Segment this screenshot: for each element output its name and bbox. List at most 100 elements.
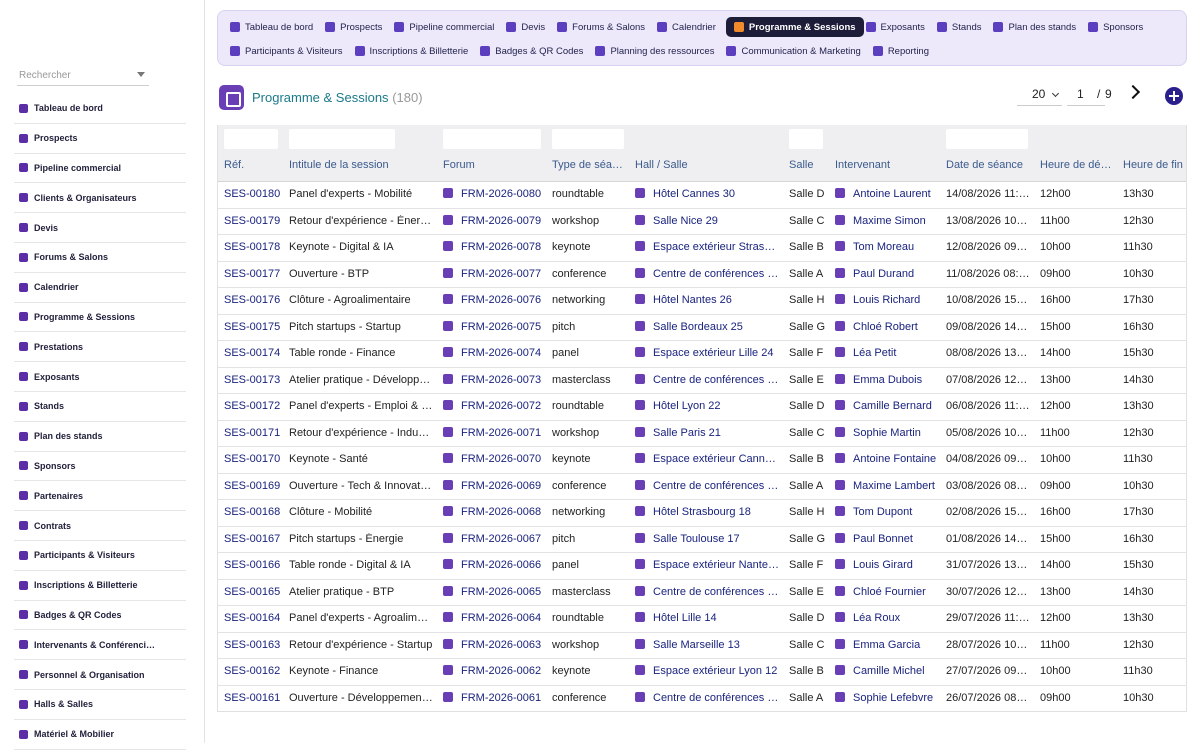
table-row[interactable]: SES-00171 Retour d'expérience - Indust… FR… — [218, 421, 1186, 447]
table-cell[interactable]: SES-00165 — [224, 586, 282, 598]
table-row[interactable]: SES-00179 Retour d'expérience - Énergie FR… — [218, 209, 1186, 235]
table-row[interactable]: SES-00177 Ouverture - BTP FRM-2026-0077 con… — [218, 262, 1186, 288]
sidebar-item[interactable]: Matériel & Mobilier — [14, 720, 186, 750]
dropdown-caret-icon[interactable] — [137, 72, 145, 77]
sidebar-item[interactable]: Tableau de bord — [14, 94, 186, 124]
nav-tab[interactable]: Planning des ressources — [593, 41, 724, 61]
table-cell[interactable]: Maxime Simon — [835, 214, 939, 227]
column-header[interactable]: Heure de fin — [1123, 159, 1186, 171]
table-cell[interactable]: Espace extérieur Lille 24 — [635, 347, 779, 359]
table-cell[interactable]: SES-00174 — [224, 347, 282, 359]
table-cell[interactable]: Camille Bernard — [835, 400, 939, 412]
column-filter-input[interactable] — [552, 129, 624, 149]
table-cell[interactable]: Maxime Lambert — [835, 479, 939, 492]
table-row[interactable]: SES-00178 Keynote - Digital & IA FRM-2026-… — [218, 235, 1186, 262]
column-header[interactable]: Intitule de la session — [289, 159, 439, 171]
table-row[interactable]: SES-00162 Keynote - Finance FRM-2026-0062 k… — [218, 659, 1186, 686]
table-cell[interactable]: FRM-2026-0079 — [443, 214, 543, 227]
table-cell[interactable]: FRM-2026-0069 — [443, 479, 543, 492]
table-cell[interactable]: SES-00164 — [224, 612, 282, 624]
table-cell[interactable]: Hôtel Lille 14 — [635, 612, 779, 624]
sidebar-item[interactable]: Programme & Sessions — [14, 303, 186, 333]
sidebar-item[interactable]: Calendrier — [14, 273, 186, 303]
table-cell[interactable]: Centre de conférences … — [635, 479, 779, 492]
table-cell[interactable]: SES-00178 — [224, 241, 282, 253]
sidebar-item[interactable]: Stands — [14, 392, 186, 422]
table-cell[interactable]: SES-00180 — [224, 188, 282, 200]
table-cell[interactable]: Emma Garcia — [835, 638, 939, 651]
page-size-select[interactable]: 20 — [1017, 84, 1062, 106]
table-row[interactable]: SES-00165 Atelier pratique - BTP FRM-2026-… — [218, 580, 1186, 606]
table-cell[interactable]: SES-00172 — [224, 400, 282, 412]
column-header[interactable]: Salle — [789, 159, 837, 171]
table-cell[interactable]: Salle Nice 29 — [635, 214, 779, 227]
table-cell[interactable]: Hôtel Strasbourg 18 — [635, 506, 779, 518]
table-row[interactable]: SES-00174 Table ronde - Finance FRM-2026-0… — [218, 341, 1186, 368]
table-cell[interactable]: FRM-2026-0075 — [443, 320, 543, 333]
table-row[interactable]: SES-00175 Pitch startups - Startup FRM-202… — [218, 315, 1186, 341]
table-cell[interactable]: FRM-2026-0068 — [443, 506, 543, 518]
table-cell[interactable]: Centre de conférences … — [635, 267, 779, 280]
sidebar-item[interactable]: Prestations — [14, 332, 186, 363]
column-header[interactable]: Heure de dé… — [1040, 159, 1118, 171]
table-cell[interactable]: FRM-2026-0072 — [443, 400, 543, 412]
table-cell[interactable]: Espace extérieur Stras… — [635, 241, 779, 253]
sidebar-item[interactable]: Sponsors — [14, 452, 186, 482]
table-cell[interactable]: Espace extérieur Nante… — [635, 559, 779, 571]
table-row[interactable]: SES-00173 Atelier pratique - Développe… FR… — [218, 368, 1186, 394]
table-cell[interactable]: Paul Bonnet — [835, 532, 939, 545]
table-cell[interactable]: SES-00175 — [224, 321, 282, 333]
table-cell[interactable]: Antoine Laurent — [835, 188, 939, 200]
table-cell[interactable]: FRM-2026-0078 — [443, 241, 543, 253]
sidebar-item[interactable]: Participants & Visiteurs — [14, 541, 186, 571]
column-header[interactable]: Type de séa… — [552, 159, 630, 171]
table-cell[interactable]: FRM-2026-0064 — [443, 612, 543, 624]
nav-tab[interactable]: Programme & Sessions — [725, 17, 864, 37]
sidebar-item[interactable]: Forums & Salons — [14, 243, 186, 273]
table-row[interactable]: SES-00167 Pitch startups - Énergie FRM-202… — [218, 527, 1186, 553]
nav-tab[interactable]: Plan des stands — [991, 17, 1086, 37]
table-row[interactable]: SES-00164 Panel d'experts - Agroalime… FRM… — [218, 606, 1186, 633]
search-select[interactable]: Rechercher — [17, 66, 149, 86]
sidebar-item[interactable]: Devis — [14, 213, 186, 243]
column-header[interactable]: Hall / Salle — [635, 159, 785, 171]
table-row[interactable]: SES-00172 Panel d'experts - Emploi & … FRM… — [218, 394, 1186, 421]
table-cell[interactable]: Antoine Fontaine — [835, 453, 939, 465]
nav-tab[interactable]: Stands — [935, 17, 992, 37]
sidebar-item[interactable]: Intervenants & Conférenci… — [14, 630, 186, 661]
table-cell[interactable]: Hôtel Cannes 30 — [635, 188, 779, 200]
column-filter-input[interactable] — [443, 129, 541, 149]
sidebar-item[interactable]: Badges & QR Codes — [14, 601, 186, 631]
table-cell[interactable]: Salle Toulouse 17 — [635, 532, 779, 545]
table-cell[interactable]: SES-00176 — [224, 294, 282, 306]
table-row[interactable]: SES-00161 Ouverture - Développement… FRM-2… — [218, 686, 1186, 712]
table-cell[interactable]: Salle Bordeaux 25 — [635, 320, 779, 333]
table-cell[interactable]: Tom Moreau — [835, 241, 939, 253]
table-cell[interactable]: Louis Girard — [835, 559, 939, 571]
table-cell[interactable]: SES-00169 — [224, 480, 282, 492]
table-cell[interactable]: FRM-2026-0077 — [443, 267, 543, 280]
table-cell[interactable]: Léa Roux — [835, 612, 939, 624]
table-row[interactable]: SES-00168 Clôture - Mobilité FRM-2026-0068… — [218, 500, 1186, 527]
table-cell[interactable]: Emma Dubois — [835, 373, 939, 386]
nav-tab[interactable]: Sponsors — [1086, 17, 1153, 37]
nav-tab[interactable]: Participants & Visiteurs — [228, 41, 353, 61]
table-cell[interactable]: SES-00177 — [224, 268, 282, 280]
sidebar-item[interactable]: Personnel & Organisation — [14, 660, 186, 690]
table-cell[interactable]: SES-00171 — [224, 427, 282, 439]
table-cell[interactable]: FRM-2026-0070 — [443, 453, 543, 465]
table-cell[interactable]: FRM-2026-0065 — [443, 585, 543, 598]
table-cell[interactable]: FRM-2026-0073 — [443, 373, 543, 386]
table-cell[interactable]: Tom Dupont — [835, 506, 939, 518]
table-cell[interactable]: Hôtel Nantes 26 — [635, 294, 779, 306]
nav-tab[interactable]: Inscriptions & Billetterie — [353, 41, 479, 61]
table-cell[interactable]: SES-00167 — [224, 533, 282, 545]
column-filter-input[interactable] — [789, 129, 823, 149]
table-row[interactable]: SES-00170 Keynote - Santé FRM-2026-0070 key… — [218, 447, 1186, 474]
column-filter-input[interactable] — [289, 129, 395, 149]
table-cell[interactable]: FRM-2026-0061 — [443, 691, 543, 704]
table-cell[interactable]: FRM-2026-0076 — [443, 294, 543, 306]
table-cell[interactable]: Salle Paris 21 — [635, 426, 779, 439]
table-cell[interactable]: Chloé Fournier — [835, 585, 939, 598]
table-cell[interactable]: Centre de conférences … — [635, 585, 779, 598]
